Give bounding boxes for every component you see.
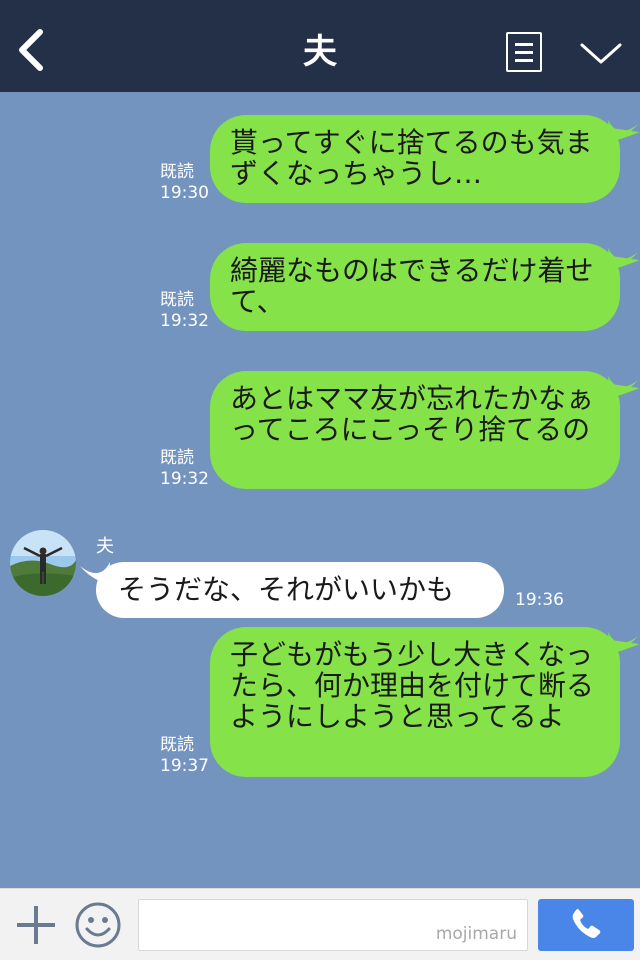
phone-icon bbox=[572, 909, 601, 938]
plus-icon bbox=[17, 906, 55, 944]
menu-button[interactable] bbox=[506, 32, 542, 72]
outgoing-message[interactable]: 綺麗なものはできるだけ着せて、 bbox=[210, 243, 620, 331]
outgoing-message[interactable]: 子どもがもう少し大きくなったら、何か理由を付けて断るようにしようと思ってるよ bbox=[210, 627, 620, 777]
chat-header: 夫 bbox=[0, 0, 640, 92]
message-time: 19:32 bbox=[160, 469, 209, 489]
message-input-bar: mojimaru bbox=[0, 888, 640, 960]
add-button[interactable] bbox=[14, 903, 58, 947]
chat-title: 夫 bbox=[303, 32, 337, 72]
chat-area[interactable]: 既読 19:30 貰ってすぐに捨てるのも気まずくなっちゃうし… 既読 19:32… bbox=[0, 92, 640, 888]
message-meta: 既読 19:32 bbox=[160, 290, 209, 332]
read-receipt: 既読 bbox=[160, 735, 194, 755]
call-button[interactable] bbox=[538, 899, 634, 951]
message-meta: 既読 19:37 bbox=[160, 735, 209, 777]
outgoing-message[interactable]: あとはママ友が忘れたかなぁってころにこっそり捨てるの bbox=[210, 371, 620, 489]
bubble-tail bbox=[608, 632, 638, 654]
message-input[interactable]: mojimaru bbox=[138, 899, 528, 951]
bubble-tail bbox=[608, 120, 638, 142]
watermark: mojimaru bbox=[435, 924, 517, 944]
sender-name: 夫 bbox=[96, 536, 114, 557]
read-receipt: 既読 bbox=[160, 448, 194, 468]
sender-avatar[interactable] bbox=[10, 530, 76, 596]
message-time: 19:32 bbox=[160, 311, 209, 331]
list-icon bbox=[515, 43, 533, 46]
read-receipt: 既読 bbox=[160, 290, 194, 310]
avatar-image bbox=[10, 530, 76, 596]
bubble-tail bbox=[608, 376, 638, 398]
message-time: 19:37 bbox=[160, 756, 209, 776]
emoji-button[interactable] bbox=[74, 901, 122, 949]
smiley-icon bbox=[75, 902, 121, 948]
message-time: 19:36 bbox=[515, 590, 564, 610]
chevron-down-icon bbox=[580, 43, 622, 64]
message-time: 19:30 bbox=[160, 183, 209, 203]
message-meta: 既読 19:30 bbox=[160, 162, 209, 204]
list-icon-line bbox=[515, 51, 533, 54]
bubble-tail bbox=[608, 248, 638, 270]
list-icon-line bbox=[515, 59, 533, 62]
message-meta: 既読 19:32 bbox=[160, 448, 209, 490]
expand-button[interactable] bbox=[578, 36, 624, 70]
outgoing-message[interactable]: 貰ってすぐに捨てるのも気まずくなっちゃうし… bbox=[210, 115, 620, 203]
incoming-message[interactable]: そうだな、それがいいかも bbox=[96, 562, 504, 618]
read-receipt: 既読 bbox=[160, 162, 194, 182]
